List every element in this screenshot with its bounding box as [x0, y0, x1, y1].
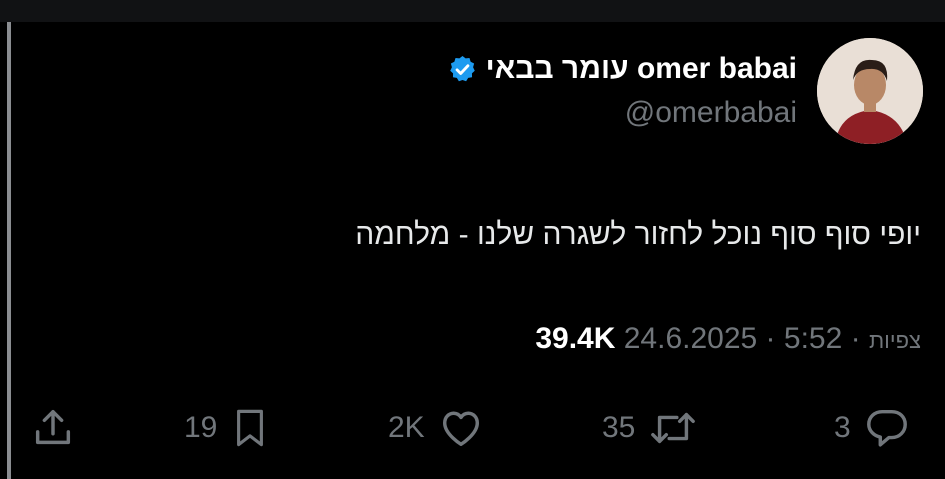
bookmark-button[interactable]: 19 — [184, 400, 271, 456]
retweet-icon — [651, 412, 696, 444]
reply-button[interactable]: 3 — [834, 400, 911, 456]
views-count[interactable]: 39.4K — [535, 322, 615, 355]
like-count: 2K — [388, 411, 425, 444]
meta-separator: · — [757, 322, 776, 355]
author-display-name[interactable]: עומר בבאי omer babai — [486, 52, 797, 86]
tweet-date[interactable]: 24.6.2025 — [624, 322, 757, 355]
tweet-actions: 19 2K 35 3 — [0, 400, 945, 456]
avatar-image — [817, 38, 923, 144]
avatar[interactable] — [817, 38, 923, 144]
author-name-row: עומר בבאי omer babai — [447, 52, 797, 86]
reply-count: 3 — [834, 411, 851, 444]
bookmark-count: 19 — [184, 411, 218, 444]
tweet-author: עומר בבאי omer babai @omerbabai — [447, 52, 797, 130]
retweet-button[interactable]: 35 — [602, 400, 699, 456]
retweet-count: 35 — [602, 411, 636, 444]
tweet-time[interactable]: 5:52 — [784, 322, 842, 355]
share-button[interactable] — [30, 400, 76, 456]
tweet-meta: 39.4K צפיות · 5:52 · 24.6.2025 — [535, 322, 921, 356]
like-icon — [442, 411, 479, 447]
reply-icon — [866, 409, 907, 447]
verified-badge-icon — [449, 55, 475, 81]
share-icon — [35, 409, 71, 445]
views-label: צפיות — [868, 328, 921, 353]
top-strip — [0, 0, 945, 22]
tweet-text: יופי סוף סוף נוכל לחזור לשגרה שלנו - מלח… — [355, 218, 921, 251]
meta-separator: · — [842, 322, 861, 355]
author-handle[interactable]: @omerbabai — [447, 96, 797, 130]
like-button[interactable]: 2K — [388, 400, 485, 456]
bookmark-icon — [237, 409, 264, 447]
